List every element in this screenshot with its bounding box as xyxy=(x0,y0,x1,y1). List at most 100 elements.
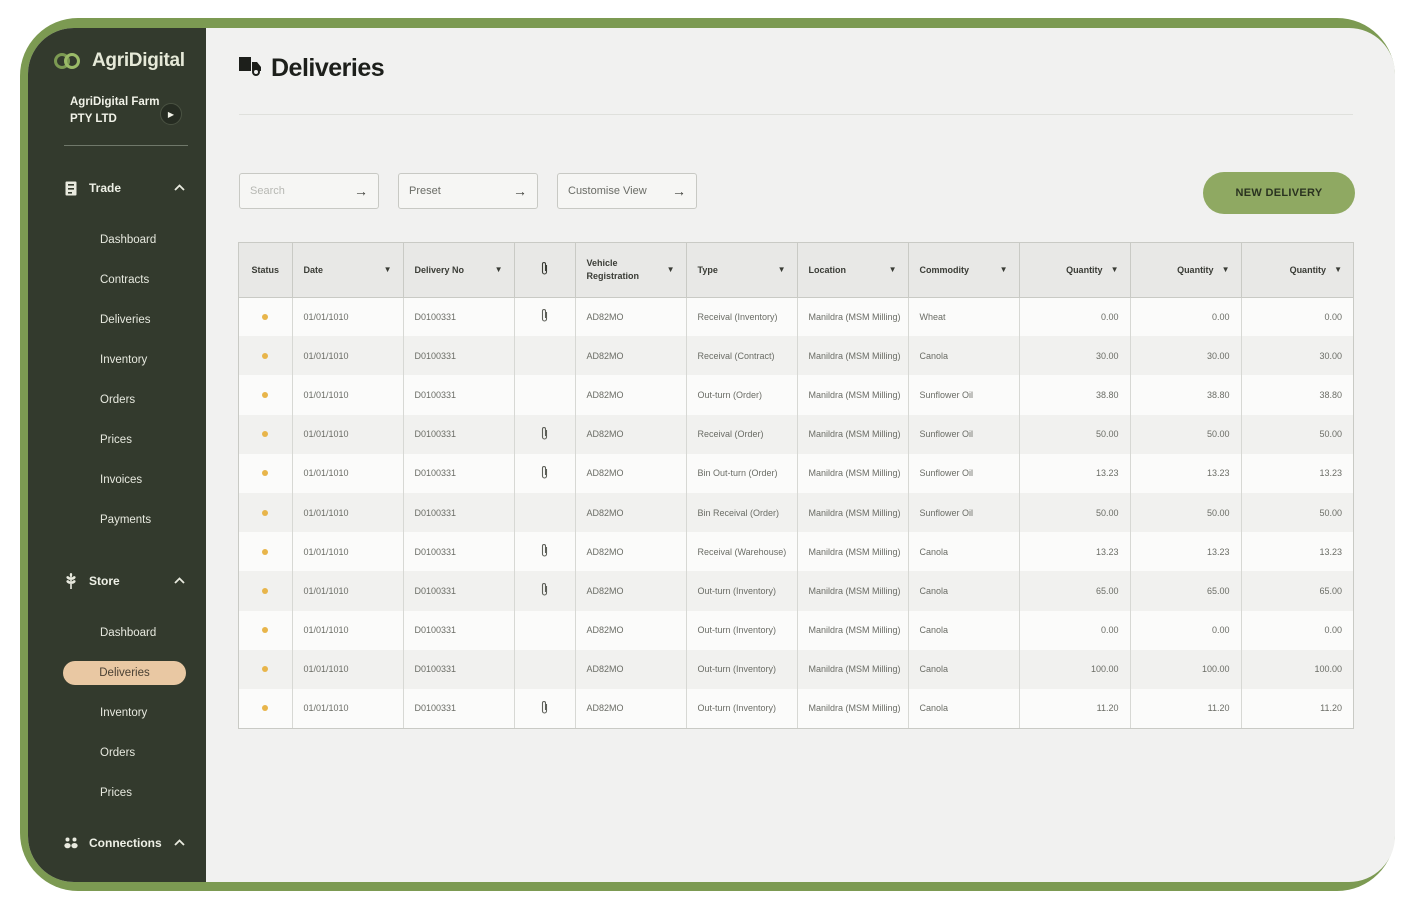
sidebar-section-store[interactable]: Store xyxy=(64,571,186,591)
delivery-no-cell[interactable]: D0100331 xyxy=(403,414,515,454)
column-header-quantity-1[interactable]: Quantity ▼ xyxy=(1019,243,1131,298)
status-cell xyxy=(239,532,293,572)
chevron-up-icon[interactable] xyxy=(172,182,186,194)
table-row[interactable]: 01/01/1010 D0100331 AD82MO Out-turn (Invent… xyxy=(239,649,1353,689)
column-header-commodity[interactable]: Commodity ▼ xyxy=(908,243,1020,298)
preset-select[interactable]: Preset → xyxy=(398,173,538,209)
column-header-attachment[interactable] xyxy=(514,243,576,298)
sidebar-item-store-deliveries-active[interactable]: Deliveries xyxy=(63,661,186,685)
table-row[interactable]: 01/01/1010 D0100331 AD82MO Receival (Contra… xyxy=(239,336,1353,376)
sidebar-item-store-orders[interactable]: Orders xyxy=(100,744,135,762)
vehicle-registration-cell: AD82MO xyxy=(575,610,687,650)
sidebar-item-store-prices[interactable]: Prices xyxy=(100,784,132,802)
table-row[interactable]: 01/01/1010 D0100331 AD82MO Out-turn (Invent… xyxy=(239,571,1353,611)
sidebar-item-trade-deliveries[interactable]: Deliveries xyxy=(100,311,151,329)
table-row[interactable]: 01/01/1010 D0100331 AD82MO Receival (Invent… xyxy=(239,297,1353,337)
sort-caret-icon[interactable]: ▼ xyxy=(778,265,786,274)
sidebar-item-store-inventory[interactable]: Inventory xyxy=(100,704,147,722)
vehicle-registration-cell: AD82MO xyxy=(575,375,687,415)
delivery-no-cell[interactable]: D0100331 xyxy=(403,336,515,376)
column-header-date[interactable]: Date ▼ xyxy=(292,243,404,298)
sort-caret-icon[interactable]: ▼ xyxy=(1111,265,1119,274)
paperclip-icon[interactable] xyxy=(540,309,549,325)
attachment-cell[interactable] xyxy=(514,532,576,572)
paperclip-icon[interactable] xyxy=(540,700,549,717)
column-header-delivery-no[interactable]: Delivery No ▼ xyxy=(403,243,515,298)
attachment-cell[interactable] xyxy=(514,414,576,454)
attachment-cell[interactable] xyxy=(514,571,576,611)
table-row[interactable]: 01/01/1010 D0100331 AD82MO Out-turn (Invent… xyxy=(239,688,1353,729)
brand-logo[interactable]: AgriDigital xyxy=(54,50,185,72)
sidebar-item-trade-inventory[interactable]: Inventory xyxy=(100,351,147,369)
sort-caret-icon[interactable]: ▼ xyxy=(889,265,897,274)
quantity-cell: 38.80 xyxy=(1319,389,1342,400)
sort-caret-icon[interactable]: ▼ xyxy=(1222,265,1230,274)
search-box[interactable]: → xyxy=(239,173,379,209)
table-row[interactable]: 01/01/1010 D0100331 AD82MO Out-turn (Invent… xyxy=(239,610,1353,650)
arrow-right-icon[interactable]: → xyxy=(354,183,368,199)
sidebar-item-trade-contracts[interactable]: Contracts xyxy=(100,271,149,289)
customise-view-button[interactable]: Customise View → xyxy=(557,173,697,209)
section-label-trade: Trade xyxy=(89,181,122,195)
column-header-quantity-3[interactable]: Quantity ▼ xyxy=(1241,243,1353,298)
quantity-cell: 38.80 xyxy=(1019,375,1131,415)
delivery-no-cell[interactable]: D0100331 xyxy=(403,375,515,415)
table-row[interactable]: 01/01/1010 D0100331 AD82MO Receival (Order)… xyxy=(239,414,1353,454)
delivery-no-cell[interactable]: D0100331 xyxy=(403,492,515,533)
column-header-type[interactable]: Type ▼ xyxy=(686,243,798,298)
chevron-up-icon[interactable] xyxy=(172,575,186,587)
sort-caret-icon[interactable]: ▼ xyxy=(495,265,503,274)
sort-caret-icon[interactable]: ▼ xyxy=(667,265,675,274)
table-row[interactable]: 01/01/1010 D0100331 AD82MO Out-turn (Order)… xyxy=(239,375,1353,415)
sidebar-item-store-dashboard[interactable]: Dashboard xyxy=(100,624,156,642)
sidebar-item-trade-invoices[interactable]: Invoices xyxy=(100,471,142,489)
column-header-location[interactable]: Location ▼ xyxy=(797,243,909,298)
sidebar-section-trade[interactable]: Trade xyxy=(64,178,186,198)
sort-caret-icon[interactable]: ▼ xyxy=(1000,265,1008,274)
column-header-quantity-2[interactable]: Quantity ▼ xyxy=(1130,243,1242,298)
sidebar-item-trade-dashboard[interactable]: Dashboard xyxy=(100,231,156,249)
vehicle-registration-cell: AD82MO xyxy=(575,336,687,376)
new-delivery-button[interactable]: NEW DELIVERY xyxy=(1203,172,1355,214)
delivery-no-cell[interactable]: D0100331 xyxy=(403,610,515,650)
sidebar-section-connections[interactable]: Connections xyxy=(64,833,186,853)
type-cell: Receival (Contract) xyxy=(686,336,798,376)
quantity-cell: 0.00 xyxy=(1324,625,1342,636)
sort-caret-icon[interactable]: ▼ xyxy=(384,265,392,274)
column-header-vehicle-registration[interactable]: Vehicle Registration ▼ xyxy=(575,243,687,298)
table-header-row: Status Date ▼ Delivery No ▼ Vehicle Regist… xyxy=(239,243,1353,298)
sidebar-item-trade-prices[interactable]: Prices xyxy=(100,431,132,449)
delivery-no-cell[interactable]: D0100331 xyxy=(403,649,515,689)
attachment-cell[interactable] xyxy=(514,453,576,493)
paperclip-icon[interactable] xyxy=(540,583,549,599)
attachment-cell[interactable] xyxy=(514,688,576,729)
attachment-cell[interactable] xyxy=(514,297,576,337)
table-row[interactable]: 01/01/1010 D0100331 AD82MO Bin Out-turn (Or… xyxy=(239,453,1353,493)
table-row[interactable]: 01/01/1010 D0100331 AD82MO Receival (Wareho… xyxy=(239,532,1353,572)
sidebar-divider xyxy=(64,145,188,146)
column-header-status[interactable]: Status xyxy=(239,243,293,298)
paperclip-icon[interactable] xyxy=(540,544,549,560)
table-row[interactable]: 01/01/1010 D0100331 AD82MO Bin Receival (Or… xyxy=(239,492,1353,533)
paperclip-icon[interactable] xyxy=(540,426,549,443)
chevron-up-icon[interactable] xyxy=(172,837,186,849)
quantity-cell: 0.00 xyxy=(1324,311,1342,322)
delivery-no-cell[interactable]: D0100331 xyxy=(403,571,515,611)
sort-caret-icon[interactable]: ▼ xyxy=(1334,265,1342,274)
org-switch-button[interactable]: ▶ xyxy=(160,103,182,125)
vehicle-registration-cell: AD82MO xyxy=(575,414,687,454)
delivery-no-cell[interactable]: D0100331 xyxy=(403,297,515,337)
quantity-cell: 11.20 xyxy=(1320,703,1342,714)
arrow-right-icon[interactable]: → xyxy=(513,183,527,199)
delivery-no-cell[interactable]: D0100331 xyxy=(403,532,515,572)
arrow-right-icon[interactable]: → xyxy=(672,183,686,199)
attachment-cell xyxy=(514,375,576,415)
status-cell xyxy=(239,453,293,493)
sidebar-item-trade-orders[interactable]: Orders xyxy=(100,391,135,409)
paperclip-icon[interactable] xyxy=(540,465,549,482)
search-input[interactable] xyxy=(250,185,340,197)
sidebar-item-trade-payments[interactable]: Payments xyxy=(100,511,151,529)
delivery-no-cell[interactable]: D0100331 xyxy=(403,688,515,729)
date-cell: 01/01/1010 xyxy=(292,532,404,572)
delivery-no-cell[interactable]: D0100331 xyxy=(403,453,515,493)
